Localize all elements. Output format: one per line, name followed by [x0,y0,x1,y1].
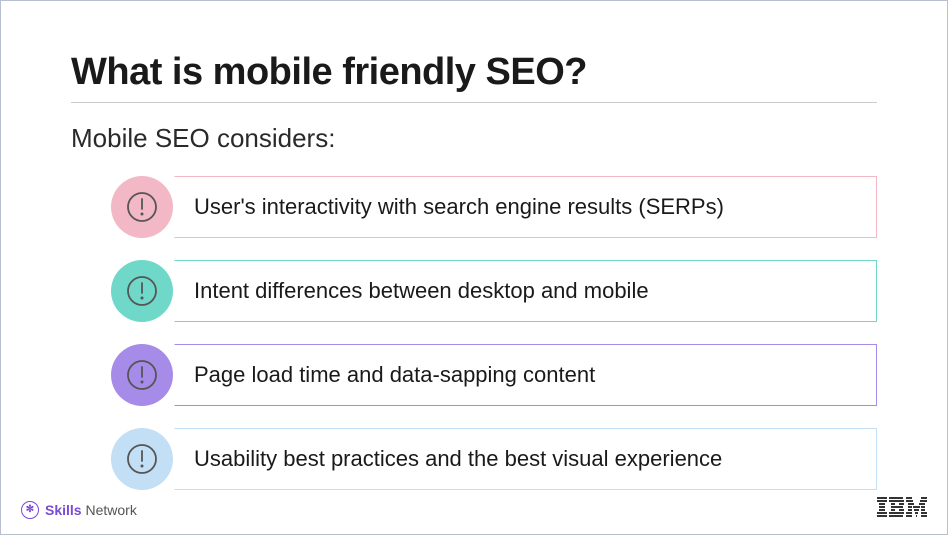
item-label: Usability best practices and the best vi… [194,446,722,472]
exclamation-icon [125,190,159,224]
exclamation-circle-icon [111,344,173,406]
item-text-box: Usability best practices and the best vi… [143,428,877,490]
footer-brand-text: Skills Network [45,502,137,518]
exclamation-circle-icon [111,176,173,238]
item-label: Page load time and data-sapping content [194,362,595,388]
title-divider [71,102,877,103]
item-text-box: Page load time and data-sapping content [143,344,877,406]
exclamation-icon [125,274,159,308]
slide-title: What is mobile friendly SEO? [71,51,877,94]
list-item: Intent differences between desktop and m… [111,260,877,322]
footer-left: ✻ Skills Network [21,501,137,519]
list-item: Usability best practices and the best vi… [111,428,877,490]
exclamation-circle-icon [111,428,173,490]
exclamation-icon [125,442,159,476]
footer-brand: Skills [45,502,82,518]
list-item: Page load time and data-sapping content [111,344,877,406]
item-label: User's interactivity with search engine … [194,194,724,220]
item-text-box: User's interactivity with search engine … [143,176,877,238]
ibm-logo-icon [877,497,927,517]
list-item: User's interactivity with search engine … [111,176,877,238]
slide-subtitle: Mobile SEO considers: [71,123,877,154]
slide-footer: ✻ Skills Network [21,497,927,522]
item-label: Intent differences between desktop and m… [194,278,649,304]
slide-content: What is mobile friendly SEO? Mobile SEO … [1,1,947,490]
footer-right [877,497,927,522]
footer-network: Network [85,502,136,518]
skills-network-badge-icon: ✻ [21,501,39,519]
exclamation-icon [125,358,159,392]
items-list: User's interactivity with search engine … [71,176,877,490]
item-text-box: Intent differences between desktop and m… [143,260,877,322]
exclamation-circle-icon [111,260,173,322]
